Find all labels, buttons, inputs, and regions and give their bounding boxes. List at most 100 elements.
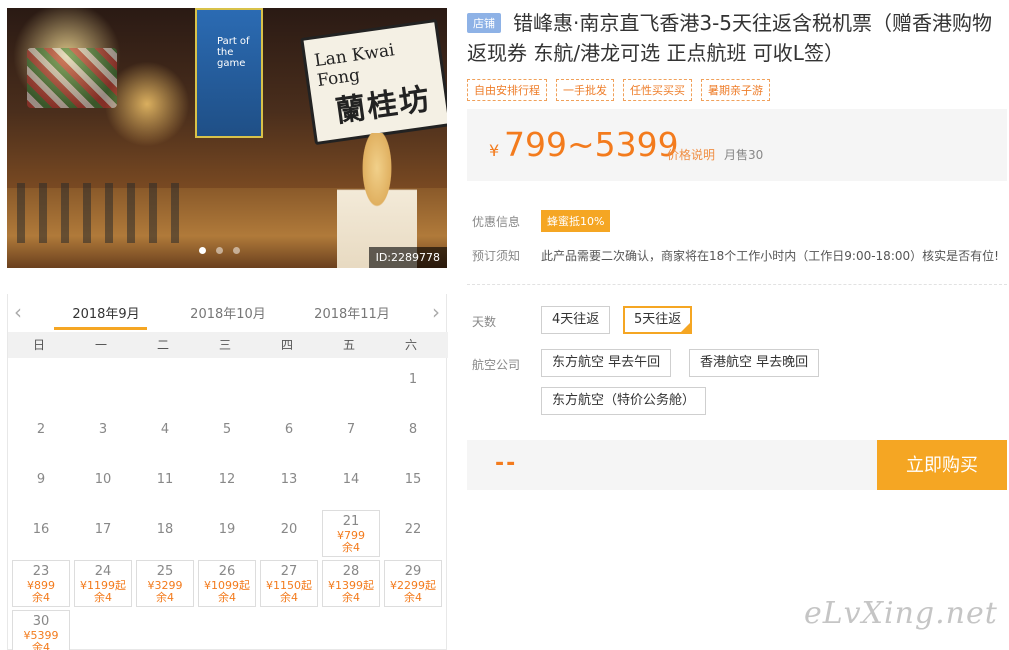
monthly-sales: 月售30	[724, 148, 764, 162]
option-label: 东方航空（特价公务舱）	[552, 393, 696, 408]
product-tags: 自由安排行程 一手批发 任性买买买 暑期亲子游	[467, 79, 770, 101]
calendar-day: 10	[72, 458, 134, 508]
calendar-day: 7	[320, 408, 382, 458]
option-label: 东方航空 早去午回	[552, 355, 661, 370]
day-remaining: 余4	[156, 591, 174, 604]
total-price: --	[495, 451, 518, 476]
calendar-day[interactable]: 25 ¥3299 余4	[136, 560, 194, 607]
calendar-day[interactable]: 21 ¥799 余4	[322, 510, 380, 557]
carousel-dot[interactable]	[216, 247, 223, 254]
day-number: 15	[404, 472, 422, 487]
calendar-day: 12	[196, 458, 258, 508]
weekday-label: 一	[94, 338, 107, 352]
product-tag: 任性买买买	[623, 79, 692, 101]
calendar-day: 5	[196, 408, 258, 458]
carousel-dot[interactable]	[233, 247, 240, 254]
calendar-day[interactable]: 24 ¥1199起 余4	[74, 560, 132, 607]
calendar-day: 14	[320, 458, 382, 508]
option-label: 香港航空 早去晚回	[700, 355, 809, 370]
day-remaining: 余4	[280, 591, 298, 604]
day-number: 27	[280, 564, 298, 579]
notice-label: 预订须知	[472, 249, 521, 263]
day-remaining: 余4	[32, 591, 50, 604]
calendar-day: 4	[134, 408, 196, 458]
airline-label: 航空公司	[472, 358, 521, 372]
option-label: 4天往返	[552, 312, 600, 327]
watermark: eLvXing.net	[804, 596, 998, 631]
price-range: 799~5399	[504, 125, 679, 164]
calendar-day[interactable]: 30 ¥5399 余4	[12, 610, 70, 650]
calendar-day[interactable]: 27 ¥1150起 余4	[260, 560, 318, 607]
weekday-label: 二	[156, 338, 169, 352]
day-number: 19	[218, 522, 236, 537]
day-number: 13	[280, 472, 298, 487]
product-tag: 暑期亲子游	[701, 79, 770, 101]
weekday-label: 六	[404, 338, 417, 352]
chevron-left-icon[interactable]: ‹	[14, 300, 22, 324]
day-number: 1	[408, 372, 418, 387]
day-number: 16	[32, 522, 50, 537]
check-icon	[680, 310, 692, 334]
product-title: 错峰惠·南京直飞香港3-5天往返含税机票（赠香港购物返现券 东航/港龙可选 正点…	[467, 11, 993, 65]
active-month-indicator	[54, 327, 147, 330]
day-number: 2	[36, 422, 46, 437]
weekday-label: 三	[218, 338, 231, 352]
calendar-day: 6	[258, 408, 320, 458]
day-number: 28	[342, 564, 360, 579]
photo-street-sign: Lan Kwai Fong 蘭桂坊	[300, 18, 447, 146]
weekday-label: 日	[32, 338, 45, 352]
buy-now-button[interactable]: 立即购买	[877, 440, 1007, 490]
day-number: 9	[36, 472, 46, 487]
day-remaining: 余4	[218, 591, 236, 604]
calendar-day: 3	[72, 408, 134, 458]
calendar-day[interactable]: 29 ¥2299起 余4	[384, 560, 442, 607]
price-calendar: ‹ 2018年9月 2018年10月 2018年11月 › 日 一 二 三 四 …	[7, 294, 448, 650]
tab-month-1[interactable]: 2018年9月	[61, 303, 151, 322]
day-number: 17	[94, 522, 112, 537]
day-number: 26	[218, 564, 236, 579]
day-remaining: 余4	[342, 591, 360, 604]
calendar-day: 18	[134, 508, 196, 558]
discount-label: 优惠信息	[472, 215, 521, 229]
day-number: 4	[160, 422, 170, 437]
calendar-day: 2	[10, 408, 72, 458]
days-option-4[interactable]: 4天往返	[541, 306, 611, 334]
divider	[467, 284, 1007, 285]
calendar-day: 15	[382, 458, 444, 508]
carousel-dot[interactable]	[199, 247, 206, 254]
calendar-day: 22	[382, 508, 444, 558]
product-image[interactable]: Part of the game Lan Kwai Fong 蘭桂坊 ID:22…	[7, 8, 447, 268]
discount-badge: 蜂蜜抵10%	[541, 210, 611, 232]
day-number: 7	[346, 422, 356, 437]
option-label: 5天往返	[634, 312, 682, 327]
day-number: 22	[404, 522, 422, 537]
carousel-dots[interactable]	[199, 247, 240, 254]
day-number: 30	[32, 614, 50, 629]
image-id-tag: ID:2289778	[368, 247, 447, 268]
day-number: 8	[408, 422, 418, 437]
airline-option-mu-business[interactable]: 东方航空（特价公务舱）	[541, 387, 707, 415]
weekday-header: 日 一 二 三 四 五 六	[8, 332, 448, 358]
airline-option-hk-evening[interactable]: 香港航空 早去晚回	[689, 349, 820, 377]
photo-flags	[27, 48, 117, 108]
days-option-5[interactable]: 5天往返	[623, 306, 693, 334]
calendar-day[interactable]: 26 ¥1099起 余4	[198, 560, 256, 607]
day-number: 24	[94, 564, 112, 579]
calendar-day: 13	[258, 458, 320, 508]
buy-bar: --	[467, 440, 877, 490]
calendar-day[interactable]: 28 ¥1399起 余4	[322, 560, 380, 607]
day-number: 5	[222, 422, 232, 437]
day-remaining: 余4	[94, 591, 112, 604]
calendar-day: 1	[382, 358, 444, 408]
day-number: 3	[98, 422, 108, 437]
day-number: 11	[156, 472, 174, 487]
airline-option-mu-noon[interactable]: 东方航空 早去午回	[541, 349, 672, 377]
day-remaining: 余4	[32, 641, 50, 650]
price-explain-link[interactable]: 价格说明	[667, 146, 715, 163]
tab-month-3[interactable]: 2018年11月	[307, 303, 397, 322]
calendar-day[interactable]: 23 ¥899 余4	[12, 560, 70, 607]
calendar-day: 11	[134, 458, 196, 508]
day-number: 12	[218, 472, 236, 487]
tab-month-2[interactable]: 2018年10月	[183, 303, 273, 322]
chevron-right-icon[interactable]: ›	[432, 300, 440, 324]
